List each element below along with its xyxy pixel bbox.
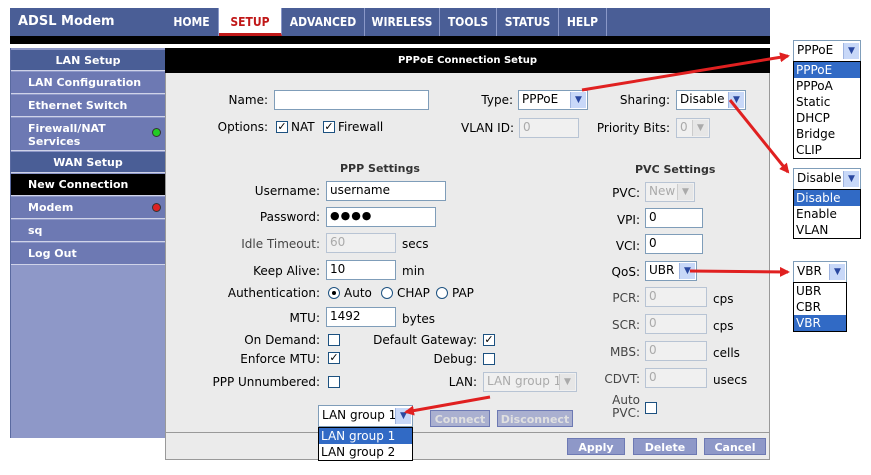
type-arrow [581, 52, 790, 92]
callout-arrows [404, 52, 790, 416]
lan-arrow [404, 395, 491, 416]
qos-arrow [689, 266, 790, 277]
sharing-arrow [728, 99, 790, 174]
